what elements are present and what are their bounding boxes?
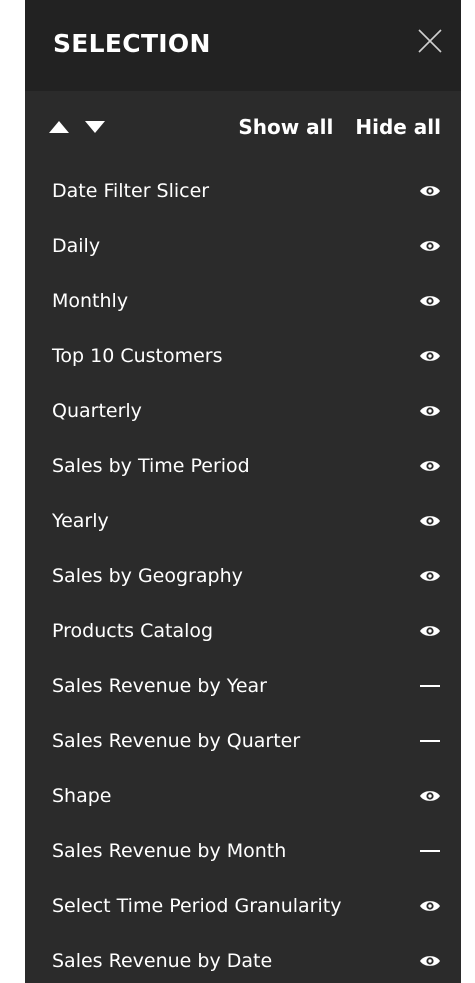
visibility-links: Show all Hide all	[238, 110, 441, 144]
selection-item-label: Monthly	[52, 289, 129, 312]
selection-item[interactable]: Sales Revenue by Year	[25, 658, 461, 713]
selection-item-label: Quarterly	[52, 399, 142, 422]
selection-item-label: Sales by Geography	[52, 564, 243, 587]
eye-icon[interactable]	[419, 513, 441, 529]
eye-icon[interactable]	[419, 568, 441, 584]
selection-item[interactable]: Sales Revenue by Quarter	[25, 713, 461, 768]
selection-item[interactable]: Sales by Geography	[25, 548, 461, 603]
selection-item-label: Yearly	[52, 509, 109, 532]
eye-icon[interactable]	[419, 348, 441, 364]
selection-item-label: Sales Revenue by Year	[52, 674, 267, 697]
close-icon[interactable]	[417, 28, 443, 54]
selection-item-label: Sales by Time Period	[52, 454, 250, 477]
eye-icon[interactable]	[419, 953, 441, 969]
eye-icon[interactable]	[419, 403, 441, 419]
hidden-dash-icon[interactable]	[419, 733, 441, 749]
selection-item[interactable]: Top 10 Customers	[25, 328, 461, 383]
selection-item-label: Sales Revenue by Date	[52, 949, 273, 972]
selection-item-label: Sales Revenue by Quarter	[52, 729, 301, 752]
selection-item-label: Date Filter Slicer	[52, 179, 210, 202]
eye-icon[interactable]	[419, 458, 441, 474]
move-up-icon[interactable]	[43, 112, 75, 142]
selection-item-label: Products Catalog	[52, 619, 214, 642]
selection-item[interactable]: Sales Revenue by Date	[25, 933, 461, 983]
selection-item[interactable]: Sales Revenue by Month	[25, 823, 461, 878]
selection-item-label: Top 10 Customers	[52, 344, 223, 367]
hidden-dash-icon[interactable]	[419, 678, 441, 694]
show-all-button[interactable]: Show all	[238, 115, 333, 139]
selection-item-label: Shape	[52, 784, 112, 807]
selection-item[interactable]: Quarterly	[25, 383, 461, 438]
hide-all-button[interactable]: Hide all	[355, 115, 441, 139]
selection-item[interactable]: Yearly	[25, 493, 461, 548]
selection-item[interactable]: Monthly	[25, 273, 461, 328]
eye-icon[interactable]	[419, 898, 441, 914]
selection-item[interactable]: Select Time Period Granularity	[25, 878, 461, 933]
selection-item[interactable]: Products Catalog	[25, 603, 461, 658]
layer-order-controls	[43, 112, 115, 142]
eye-icon[interactable]	[419, 623, 441, 639]
pane-toolbar: Show all Hide all	[25, 91, 461, 164]
eye-icon[interactable]	[419, 183, 441, 199]
selection-item[interactable]: Date Filter Slicer	[25, 163, 461, 218]
selection-item[interactable]: Shape	[25, 768, 461, 823]
selection-item-label: Sales Revenue by Month	[52, 839, 287, 862]
pane-title: SELECTION	[53, 29, 211, 58]
selection-item-label: Select Time Period Granularity	[52, 894, 342, 917]
selection-item[interactable]: Daily	[25, 218, 461, 273]
eye-icon[interactable]	[419, 788, 441, 804]
eye-icon[interactable]	[419, 293, 441, 309]
selection-item-label: Daily	[52, 234, 101, 257]
eye-icon[interactable]	[419, 238, 441, 254]
selection-pane: SELECTION Show all Hide all Date Filter …	[25, 0, 461, 983]
pane-header: SELECTION	[25, 0, 461, 91]
hidden-dash-icon[interactable]	[419, 843, 441, 859]
move-down-icon[interactable]	[79, 112, 111, 142]
selection-list: Date Filter Slicer Daily Monthly Top 10 Cus…	[25, 163, 461, 983]
selection-item[interactable]: Sales by Time Period	[25, 438, 461, 493]
